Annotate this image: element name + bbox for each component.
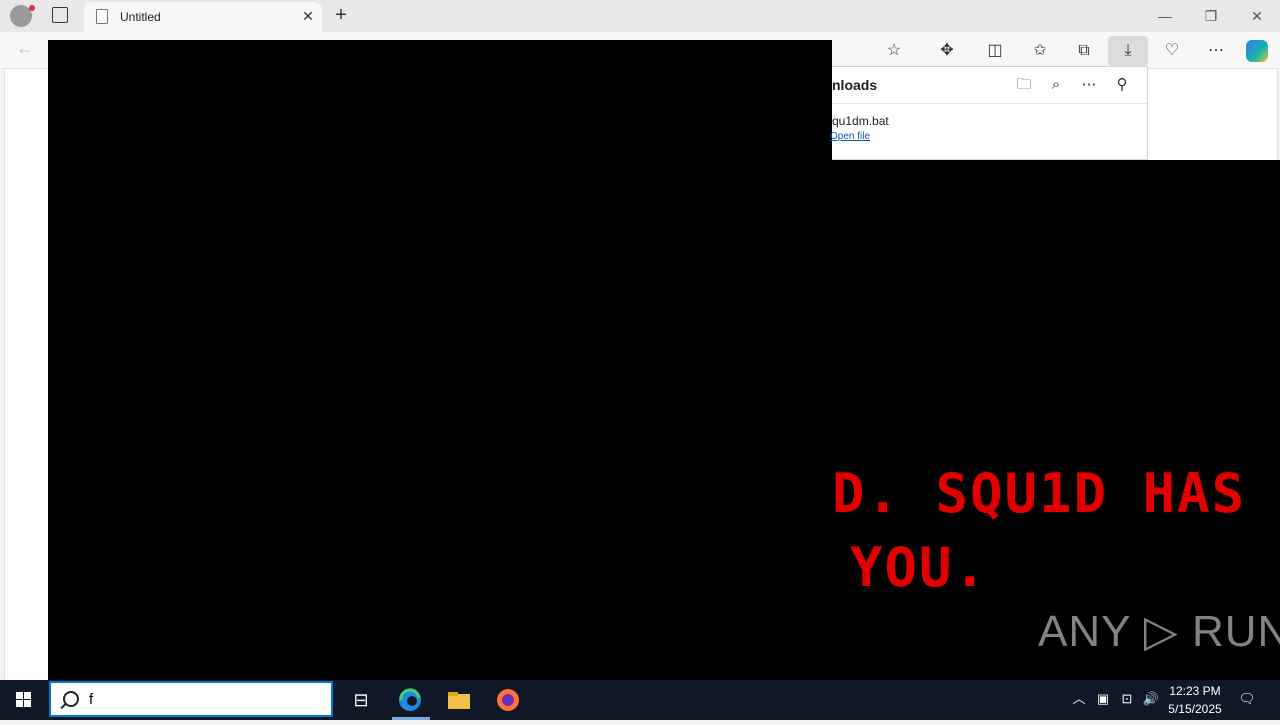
favorites-icon[interactable]: ✩ <box>1029 40 1051 62</box>
download-arrow-icon: ⤓ <box>1124 42 1132 59</box>
taskbar-search-input[interactable]: f <box>49 681 333 717</box>
open-folder-icon[interactable]: 🗀 <box>1014 75 1034 95</box>
open-file-link[interactable]: Open file <box>830 131 870 142</box>
task-view-icon[interactable]: ⊟ <box>346 686 376 714</box>
downloads-panel: nloads 🗀 ⌕ ⋯ ⚲ qu1dm.bat Open file <box>830 66 1148 160</box>
search-icon-handle <box>60 702 67 710</box>
anyrun-watermark: ANY ▷ RUN <box>1038 607 1280 656</box>
volume-icon[interactable]: 🔊 <box>1142 690 1160 708</box>
page-icon <box>96 9 108 24</box>
edge-icon <box>399 688 421 711</box>
search-text: f <box>89 691 94 708</box>
download-filename: qu1dm.bat <box>832 114 889 128</box>
file-explorer-icon[interactable] <box>444 686 474 714</box>
more-options-icon[interactable]: ⋯ <box>1079 75 1099 95</box>
show-hidden-icons-chevron-up-icon[interactable]: ︿ <box>1070 690 1088 708</box>
notification-dot <box>29 5 35 11</box>
tab-actions-icon[interactable] <box>52 7 68 23</box>
clock-date[interactable]: 5/15/2025 <box>1166 702 1224 716</box>
new-tab-button[interactable]: + <box>330 5 352 27</box>
malware-screen: D. SQU1D HAS YOU. ANY ▷ RUN <box>832 160 1280 680</box>
close-tab-icon[interactable]: ✕ <box>298 6 318 26</box>
clock-time[interactable]: 12:23 PM <box>1166 684 1224 698</box>
fullscreen-black-window <box>48 40 832 680</box>
back-arrow-icon[interactable]: ← <box>16 38 34 59</box>
search-downloads-icon[interactable]: ⌕ <box>1046 75 1066 95</box>
split-screen-icon[interactable]: ◫ <box>984 40 1006 62</box>
collections-icon[interactable]: ⧉ <box>1073 40 1095 62</box>
windows-logo-icon <box>16 692 31 707</box>
network-icon[interactable]: ⊡ <box>1118 690 1136 708</box>
firefox-icon[interactable] <box>493 686 523 714</box>
meet-now-icon[interactable]: ▣ <box>1094 690 1112 708</box>
edge-app-icon[interactable] <box>395 686 425 714</box>
downloads-title: nloads <box>832 77 878 93</box>
tab-title: Untitled <box>120 10 161 24</box>
downloads-button[interactable]: ⤓ <box>1108 36 1148 66</box>
close-window-button[interactable]: ✕ <box>1242 4 1272 28</box>
malware-message-line1: D. SQU1D HAS <box>832 462 1247 525</box>
tab-untitled[interactable]: Untitled ✕ <box>84 2 322 32</box>
minimize-button[interactable]: — <box>1150 4 1180 28</box>
extensions-icon[interactable]: ✥ <box>936 40 958 62</box>
divider <box>832 103 1147 104</box>
favorites-star-icon[interactable]: ☆ <box>883 40 905 62</box>
start-button[interactable] <box>0 680 48 720</box>
malware-message-line2: YOU. <box>850 536 989 599</box>
pin-icon[interactable]: ⚲ <box>1112 75 1132 95</box>
copilot-icon[interactable] <box>1246 40 1268 62</box>
more-icon[interactable]: ⋯ <box>1205 40 1227 62</box>
notifications-icon[interactable]: 🗨 <box>1238 690 1256 708</box>
browser-essentials-icon[interactable]: ♡ <box>1161 40 1183 62</box>
restore-button[interactable]: ❐ <box>1196 4 1226 28</box>
